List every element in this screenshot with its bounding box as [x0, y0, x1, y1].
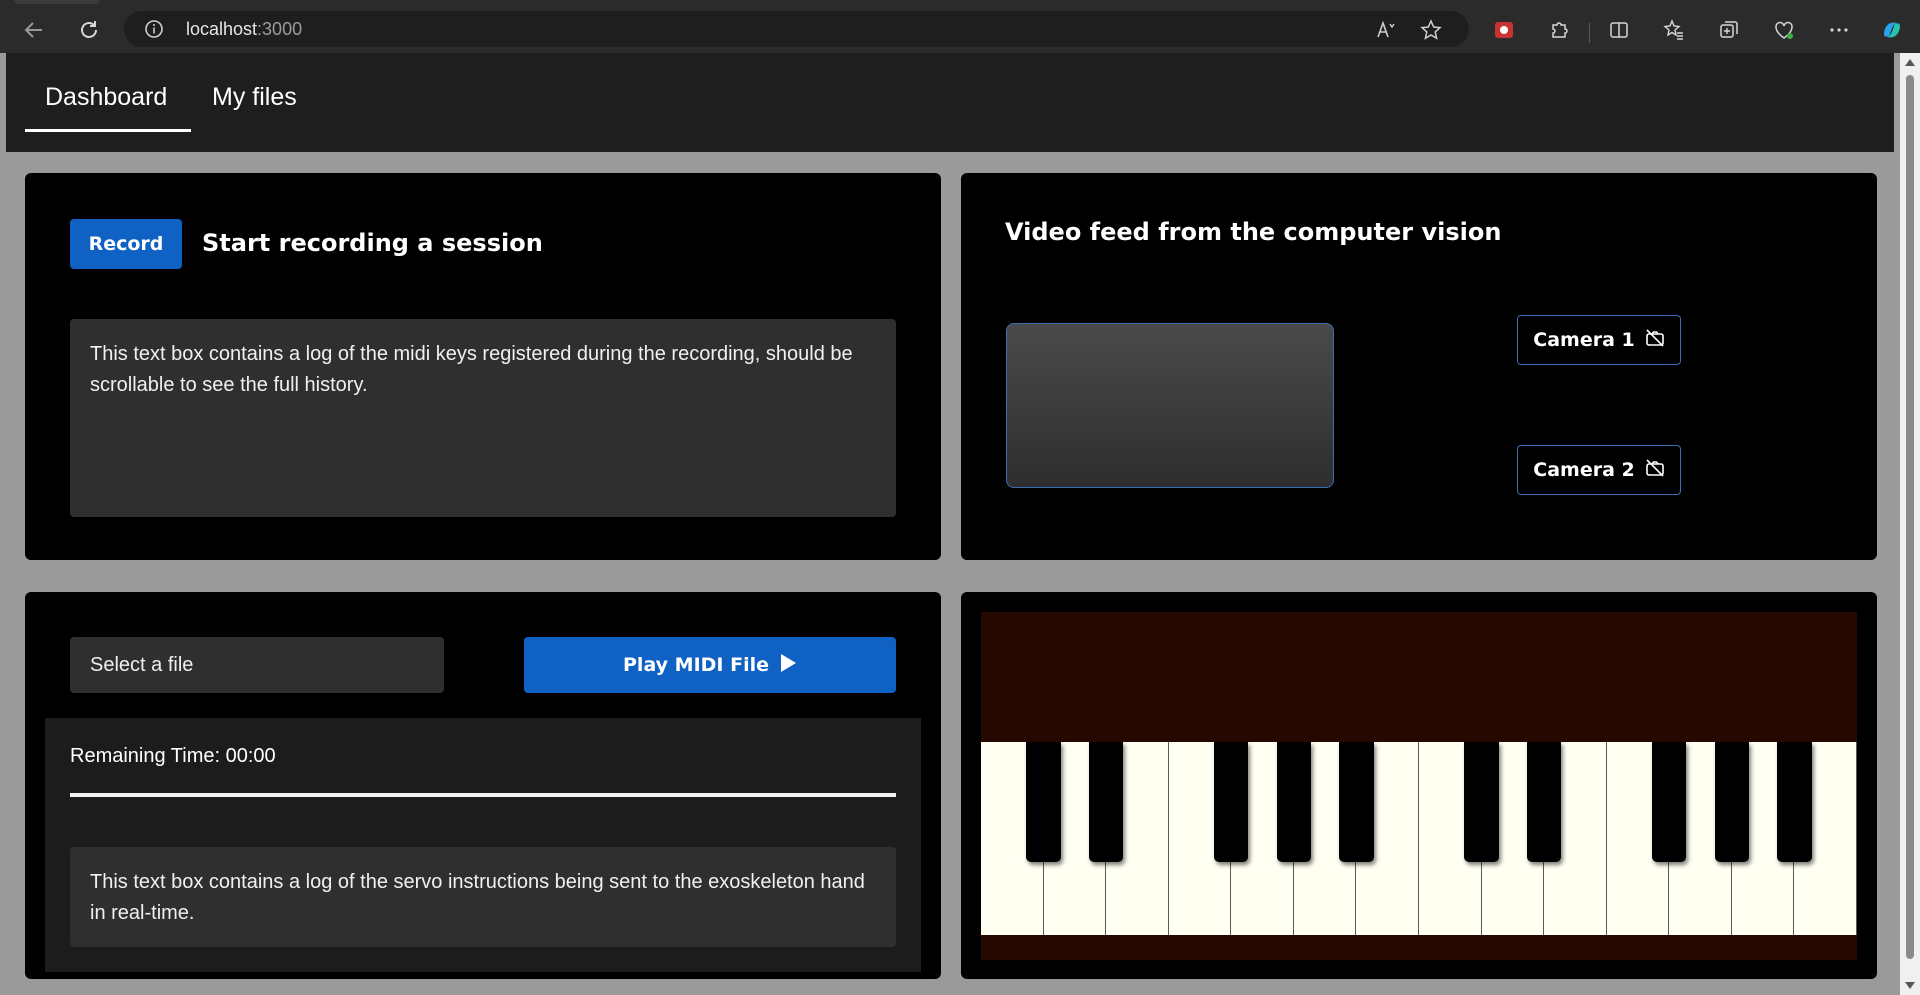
browser-tab-stub[interactable] — [14, 0, 100, 4]
piano-black-key[interactable] — [1026, 742, 1061, 862]
active-tab-indicator — [25, 129, 191, 132]
video-title: Video feed from the computer vision — [1005, 218, 1502, 246]
app-header: Dashboard My files — [6, 53, 1894, 152]
url-port: :3000 — [257, 19, 303, 39]
extension-red-icon[interactable] — [1492, 18, 1516, 42]
piano-black-key[interactable] — [1088, 742, 1124, 862]
camera-off-icon — [1645, 458, 1665, 483]
scroll-up-arrow-icon[interactable] — [1905, 59, 1915, 66]
browser-toolbar: localhost:3000 — [0, 6, 1920, 53]
split-screen-icon[interactable] — [1607, 18, 1631, 42]
scrollbar-thumb[interactable] — [1906, 75, 1914, 959]
play-icon — [779, 653, 797, 678]
read-aloud-icon[interactable] — [1375, 19, 1397, 41]
recording-title: Start recording a session — [202, 229, 543, 257]
piano-black-key[interactable] — [1464, 742, 1499, 862]
midi-log-box[interactable]: This text box contains a log of the midi… — [70, 319, 896, 517]
file-select[interactable]: Select a file — [70, 637, 444, 693]
collections-icon[interactable] — [1717, 18, 1741, 42]
page-viewport: Dashboard My files Record Start recordin… — [0, 53, 1900, 995]
playback-progress-bar[interactable] — [70, 793, 896, 797]
more-icon[interactable] — [1827, 18, 1851, 42]
playback-panel: Remaining Time: 00:00 This text box cont… — [45, 718, 921, 972]
video-feed — [1006, 323, 1334, 488]
browser-essentials-icon[interactable] — [1772, 18, 1796, 42]
record-button[interactable]: Record — [70, 219, 182, 269]
piano-black-key[interactable] — [1714, 742, 1750, 862]
camera-off-icon — [1645, 328, 1665, 353]
servo-log-box[interactable]: This text box contains a log of the serv… — [70, 847, 896, 947]
favorites-icon[interactable] — [1662, 18, 1686, 42]
extensions-icon[interactable] — [1547, 18, 1571, 42]
play-midi-label: Play MIDI File — [623, 654, 769, 676]
camera-1-label: Camera 1 — [1533, 329, 1635, 351]
url-host: localhost — [186, 19, 258, 39]
address-bar[interactable]: localhost:3000 — [124, 11, 1469, 47]
refresh-icon[interactable] — [77, 18, 101, 42]
tab-dashboard[interactable]: Dashboard — [45, 83, 167, 112]
piano-card — [961, 592, 1877, 979]
favorite-star-icon[interactable] — [1420, 19, 1442, 41]
piano-black-key[interactable] — [1526, 742, 1562, 862]
url-text[interactable]: localhost:3000 — [186, 19, 302, 40]
piano-black-key[interactable] — [1276, 742, 1312, 862]
camera-2-button[interactable]: Camera 2 — [1517, 445, 1681, 495]
back-icon[interactable] — [22, 18, 46, 42]
copilot-icon[interactable] — [1880, 18, 1904, 42]
info-icon[interactable] — [144, 19, 164, 39]
remaining-time: Remaining Time: 00:00 — [70, 745, 276, 767]
piano-black-key[interactable] — [1652, 742, 1687, 862]
piano-black-key[interactable] — [1777, 742, 1812, 862]
piano-keyboard — [981, 742, 1857, 935]
recording-card: Record Start recording a session This te… — [25, 173, 941, 560]
video-card: Video feed from the computer vision Came… — [961, 173, 1877, 560]
toolbar-separator — [1589, 23, 1590, 43]
page-scrollbar[interactable] — [1900, 53, 1920, 995]
piano-black-key[interactable] — [1339, 742, 1374, 862]
tab-my-files[interactable]: My files — [212, 83, 297, 112]
playback-progress-fill — [70, 793, 896, 797]
play-midi-button[interactable]: Play MIDI File — [524, 637, 896, 693]
playback-card: Select a file Play MIDI File Remaining T… — [25, 592, 941, 979]
piano-black-key[interactable] — [1214, 742, 1249, 862]
scroll-down-arrow-icon[interactable] — [1905, 982, 1915, 989]
camera-1-button[interactable]: Camera 1 — [1517, 315, 1681, 365]
camera-2-label: Camera 2 — [1533, 459, 1635, 481]
